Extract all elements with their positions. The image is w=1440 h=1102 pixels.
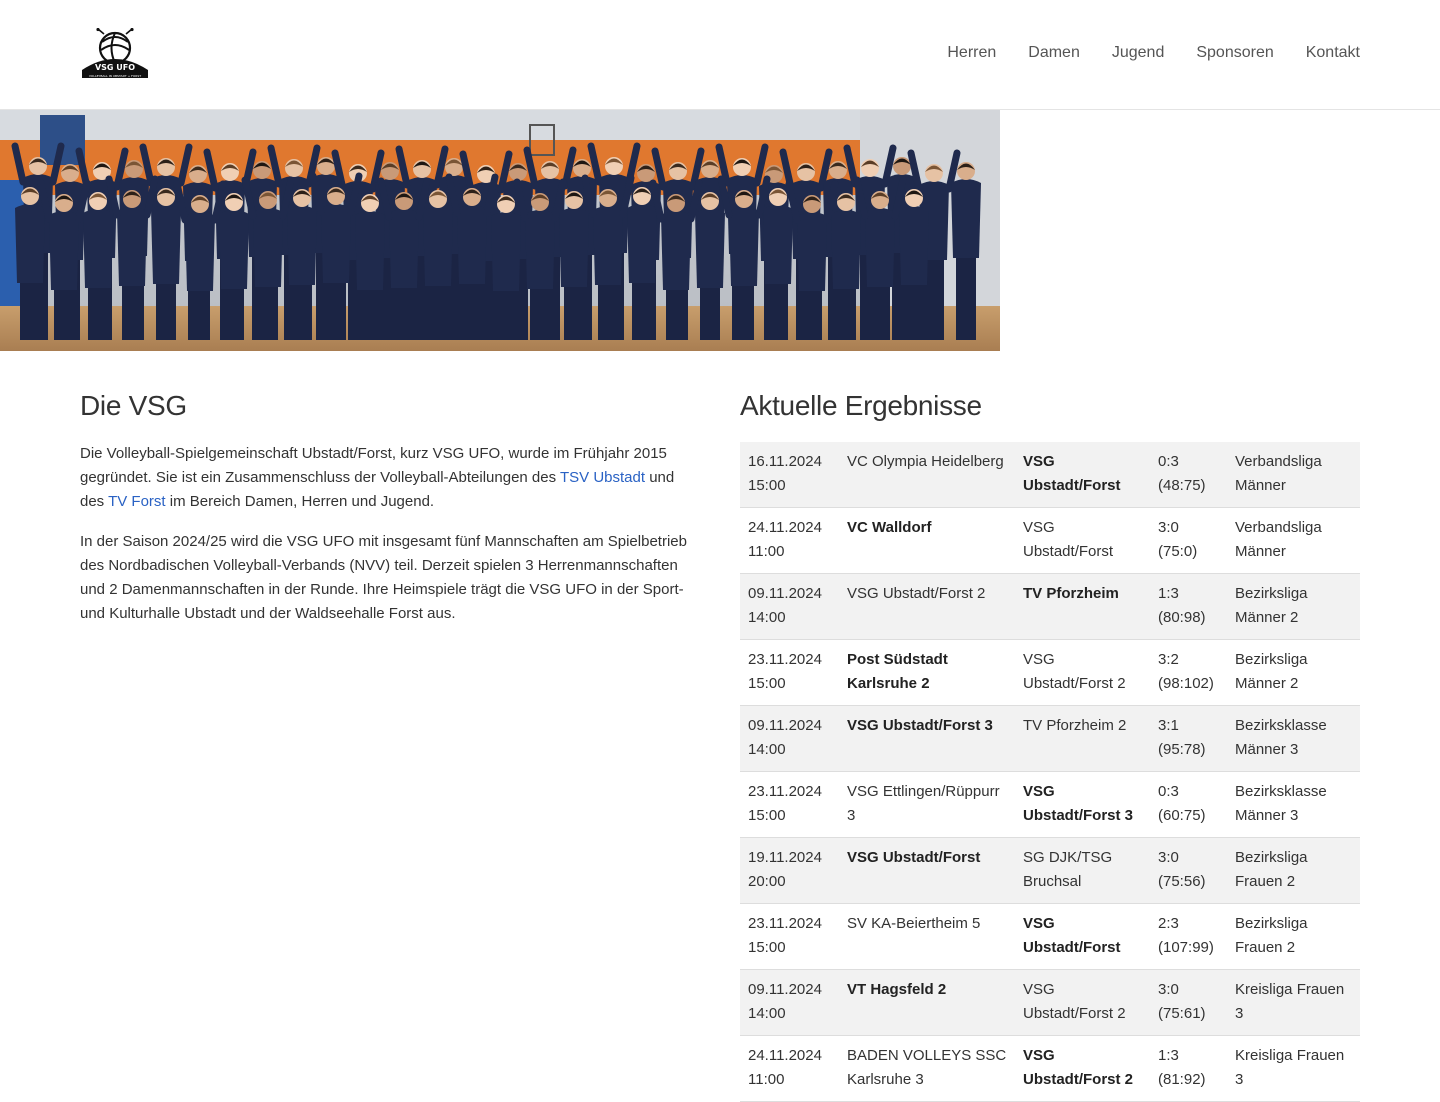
result-date: 23.11.2024 15:00	[740, 903, 839, 970]
result-league: Bezirksliga Männer 2	[1227, 639, 1360, 706]
nav-sponsoren[interactable]: Sponsoren	[1196, 44, 1273, 62]
site-header: VSG UFO VOLLEYBALL IN UBSTADT + FORST He…	[0, 0, 1440, 110]
about-paragraph-2: In der Saison 2024/25 wird die VSG UFO m…	[80, 533, 687, 622]
result-date: 19.11.2024 20:00	[740, 837, 839, 904]
result-date: 09.11.2024 14:00	[740, 573, 839, 640]
result-league: Verbandsliga Männer	[1227, 442, 1360, 508]
vsg-ufo-logo[interactable]: VSG UFO VOLLEYBALL IN UBSTADT + FORST	[80, 27, 150, 82]
result-away-team: TV Pforzheim	[1015, 573, 1150, 640]
result-home-team: VSG Ubstadt/Forst 2	[839, 573, 1015, 640]
link-tv-forst[interactable]: TV Forst	[108, 493, 166, 510]
result-score: 3:2 (98:102)	[1150, 639, 1227, 706]
result-away-team: VSG Ubstadt/Forst	[1015, 442, 1150, 508]
about-section: Die VSG Die Volleyball-Spielgemeinschaft…	[80, 390, 692, 642]
result-row: 24.11.2024 11:00 VC Walldorf VSG Ubstadt/F…	[740, 507, 1360, 574]
results-title: Aktuelle Ergebnisse	[740, 390, 982, 421]
result-home-team: Post Südstadt Karlsruhe 2	[839, 639, 1015, 706]
result-row: 23.11.2024 15:00 SV KA-Beiertheim 5 VSG Ub…	[740, 903, 1360, 970]
result-away-team: TV Pforzheim 2	[1015, 705, 1150, 772]
nav-damen[interactable]: Damen	[1028, 44, 1080, 62]
result-date: 24.11.2024 11:00	[740, 1035, 839, 1102]
result-row: 09.11.2024 14:00 VSG Ubstadt/Forst 3 TV Pf…	[740, 705, 1360, 772]
result-row: 16.11.2024 15:00 VC Olympia Heidelberg VSG…	[740, 442, 1360, 508]
result-league: Verbandsliga Männer	[1227, 507, 1360, 574]
result-date: 24.11.2024 11:00	[740, 507, 839, 574]
result-row: 23.11.2024 15:00 VSG Ettlingen/Rüppurr 3V…	[740, 771, 1360, 838]
result-score: 3:0 (75:61)	[1150, 969, 1227, 1036]
result-away-team: VSG Ubstadt/Forst 3	[1015, 771, 1150, 838]
logo-text: VSG UFO	[95, 63, 135, 72]
result-league: Kreisliga Frauen 3	[1227, 1035, 1360, 1102]
result-score: 2:3 (107:99)	[1150, 903, 1227, 970]
result-home-team: VC Olympia Heidelberg	[839, 442, 1015, 508]
result-home-team: VSG Ettlingen/Rüppurr 3	[839, 771, 1015, 838]
result-row: 19.11.2024 20:00 VSG Ubstadt/Forst SG DJK/…	[740, 837, 1360, 904]
result-score: 1:3 (81:92)	[1150, 1035, 1227, 1102]
result-home-team: VC Walldorf	[839, 507, 1015, 574]
team-photo	[0, 110, 1000, 351]
result-league: Bezirksliga Frauen 2	[1227, 903, 1360, 970]
result-league: Kreisliga Frauen 3	[1227, 969, 1360, 1036]
about-paragraph-1: Die Volleyball-Spielgemeinschaft Ubstadt…	[80, 442, 692, 514]
result-away-team: SG DJK/TSG Bruchsal	[1015, 837, 1150, 904]
result-home-team: VSG Ubstadt/Forst	[839, 837, 1015, 904]
result-row: 09.11.2024 14:00 VT Hagsfeld 2 VSG Ubstadt…	[740, 969, 1360, 1036]
result-date: 16.11.2024 15:00	[740, 442, 839, 508]
about-text: im Bereich Damen, Herren und Jugend.	[165, 493, 435, 510]
result-row: 23.11.2024 15:00 Post Südstadt Karlsruhe …	[740, 639, 1360, 706]
about-title: Die VSG	[80, 390, 187, 421]
result-score: 3:0 (75:0)	[1150, 507, 1227, 574]
logo-tagline: VOLLEYBALL IN UBSTADT + FORST	[89, 74, 141, 78]
results-table: 16.11.2024 15:00 VC Olympia Heidelberg VSG…	[740, 442, 1360, 1102]
nav-kontakt[interactable]: Kontakt	[1306, 44, 1360, 62]
result-score: 0:3 (48:75)	[1150, 442, 1227, 508]
result-date: 09.11.2024 14:00	[740, 969, 839, 1036]
result-away-team: VSG Ubstadt/Forst 2	[1015, 639, 1150, 706]
link-tsv-ubstadt[interactable]: TSV Ubstadt	[560, 469, 645, 486]
result-date: 23.11.2024 15:00	[740, 771, 839, 838]
result-row: 09.11.2024 14:00 VSG Ubstadt/Forst 2 TV Pf…	[740, 573, 1360, 640]
result-home-team: BADEN VOLLEYS SSC Karlsruhe 3	[839, 1035, 1015, 1102]
result-score: 0:3 (60:75)	[1150, 771, 1227, 838]
result-row: 24.11.2024 11:00 BADEN VOLLEYS SSC Karlsr…	[740, 1035, 1360, 1102]
result-home-team: VT Hagsfeld 2	[839, 969, 1015, 1036]
result-away-team: VSG Ubstadt/Forst 2	[1015, 1035, 1150, 1102]
result-league: Bezirksklasse Männer 3	[1227, 771, 1360, 838]
result-away-team: VSG Ubstadt/Forst	[1015, 903, 1150, 970]
result-date: 09.11.2024 14:00	[740, 705, 839, 772]
result-home-team: VSG Ubstadt/Forst 3	[839, 705, 1015, 772]
result-away-team: VSG Ubstadt/Forst 2	[1015, 969, 1150, 1036]
result-score: 3:0 (75:56)	[1150, 837, 1227, 904]
nav-herren[interactable]: Herren	[947, 44, 996, 62]
main-nav: Herren Damen Jugend Sponsoren Kontakt	[947, 44, 1360, 62]
results-section: Aktuelle Ergebnisse 16.11.2024 15:00 VC O…	[740, 390, 1360, 1102]
result-away-team: VSG Ubstadt/Forst	[1015, 507, 1150, 574]
result-league: Bezirksliga Männer 2	[1227, 573, 1360, 640]
result-date: 23.11.2024 15:00	[740, 639, 839, 706]
nav-jugend[interactable]: Jugend	[1112, 44, 1165, 62]
result-score: 3:1 (95:78)	[1150, 705, 1227, 772]
result-score: 1:3 (80:98)	[1150, 573, 1227, 640]
result-league: Bezirksklasse Männer 3	[1227, 705, 1360, 772]
result-home-team: SV KA-Beiertheim 5	[839, 903, 1015, 970]
result-league: Bezirksliga Frauen 2	[1227, 837, 1360, 904]
